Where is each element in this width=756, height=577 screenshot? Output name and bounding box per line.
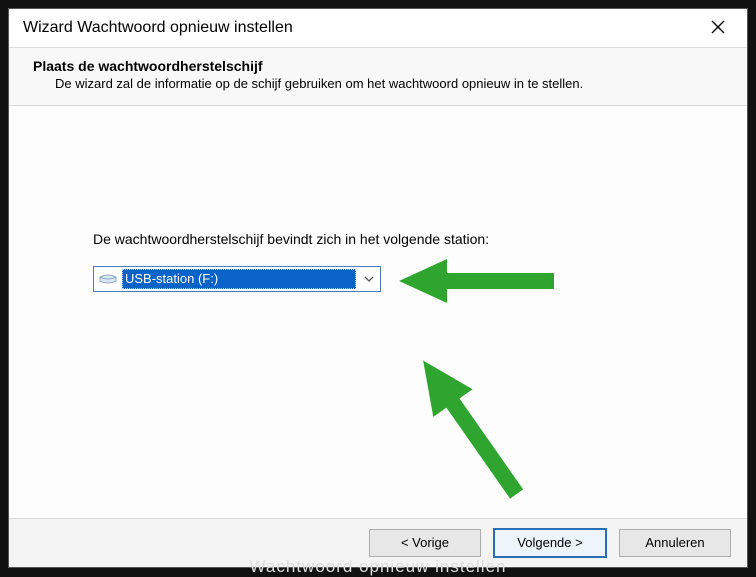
- back-button[interactable]: < Vorige: [369, 529, 481, 557]
- drive-selected-value: USB-station (F:): [122, 269, 356, 289]
- drive-dropdown[interactable]: USB-station (F:): [93, 266, 381, 292]
- annotation-arrow-next: [379, 336, 559, 516]
- chevron-down-icon: [358, 267, 380, 291]
- annotation-arrow-dropdown: [399, 256, 559, 306]
- window-title: Wizard Wachtwoord opnieuw instellen: [23, 19, 699, 37]
- close-button[interactable]: [699, 13, 737, 43]
- cancel-button[interactable]: Annuleren: [619, 529, 731, 557]
- drive-instruction: De wachtwoordherstelschijf bevindt zich …: [93, 231, 489, 247]
- titlebar: Wizard Wachtwoord opnieuw instellen: [9, 9, 747, 48]
- wizard-heading: Plaats de wachtwoordherstelschijf: [33, 58, 723, 74]
- wizard-subheading: De wizard zal de informatie op de schijf…: [55, 76, 723, 91]
- next-button[interactable]: Volgende >: [493, 528, 607, 558]
- drive-icon: [98, 269, 118, 289]
- wizard-content: De wachtwoordherstelschijf bevindt zich …: [9, 106, 747, 518]
- wizard-footer: < Vorige Volgende > Annuleren: [9, 518, 747, 567]
- wizard-window: Wizard Wachtwoord opnieuw instellen Plaa…: [8, 8, 748, 568]
- close-icon: [711, 19, 725, 37]
- wizard-header: Plaats de wachtwoordherstelschijf De wiz…: [9, 48, 747, 106]
